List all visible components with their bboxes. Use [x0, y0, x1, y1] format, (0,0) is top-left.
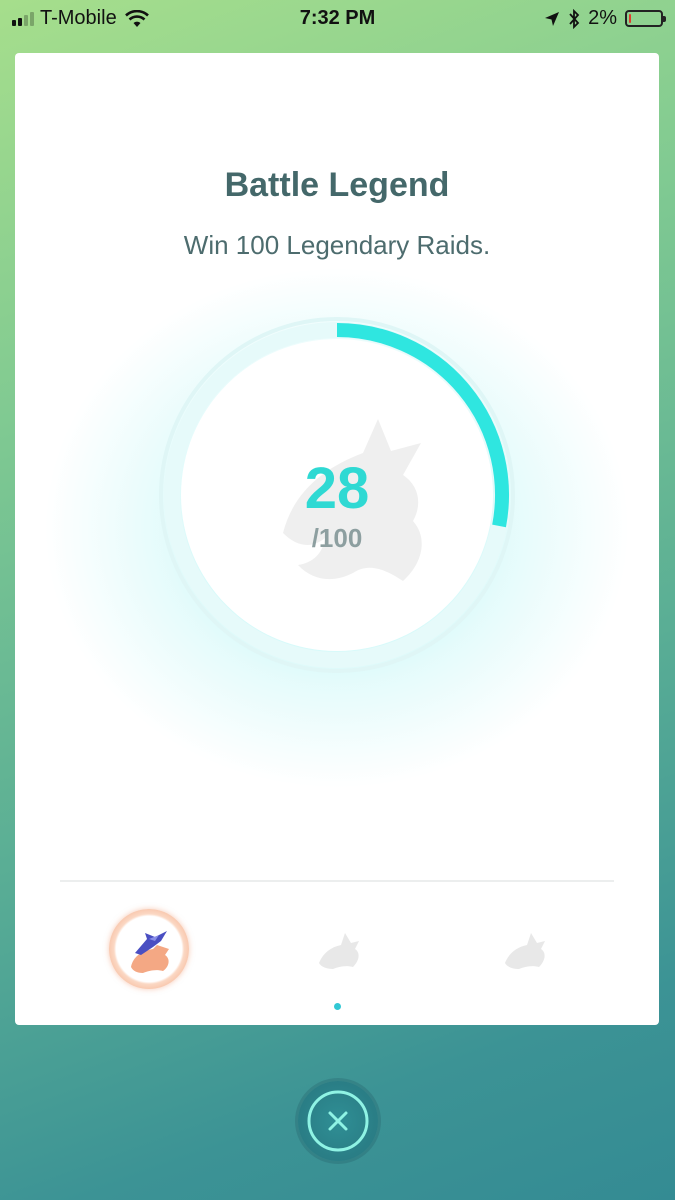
progress-count: 28: [304, 456, 370, 521]
divider: [60, 880, 614, 882]
medal-card: Battle Legend Win 100 Legendary Raids. 2…: [15, 53, 659, 1025]
battery-percent: 2%: [588, 7, 617, 29]
status-right: 2%: [544, 7, 666, 30]
close-button[interactable]: [298, 1081, 378, 1161]
tier-gold-medal[interactable]: [485, 909, 565, 989]
location-icon: [545, 11, 560, 26]
close-icon: [307, 1090, 369, 1152]
dragon-silhouette-icon: [319, 933, 359, 969]
status-bar: T-Mobile 7:32 PM 2%: [0, 0, 675, 38]
medal-title: Battle Legend: [224, 166, 450, 204]
tier-silver-medal[interactable]: [299, 909, 379, 989]
dragon-bronze-medal-icon: [131, 931, 169, 973]
page-indicator-dot: [334, 1003, 341, 1010]
medal-description: Win 100 Legendary Raids.: [183, 230, 491, 260]
dragon-silhouette-icon: [505, 933, 545, 969]
battery-level: [629, 14, 631, 23]
tier-bronze-medal[interactable]: [109, 909, 189, 989]
progress-goal: /100: [311, 523, 363, 553]
bluetooth-icon: [569, 8, 580, 29]
battery-icon: [625, 10, 666, 27]
